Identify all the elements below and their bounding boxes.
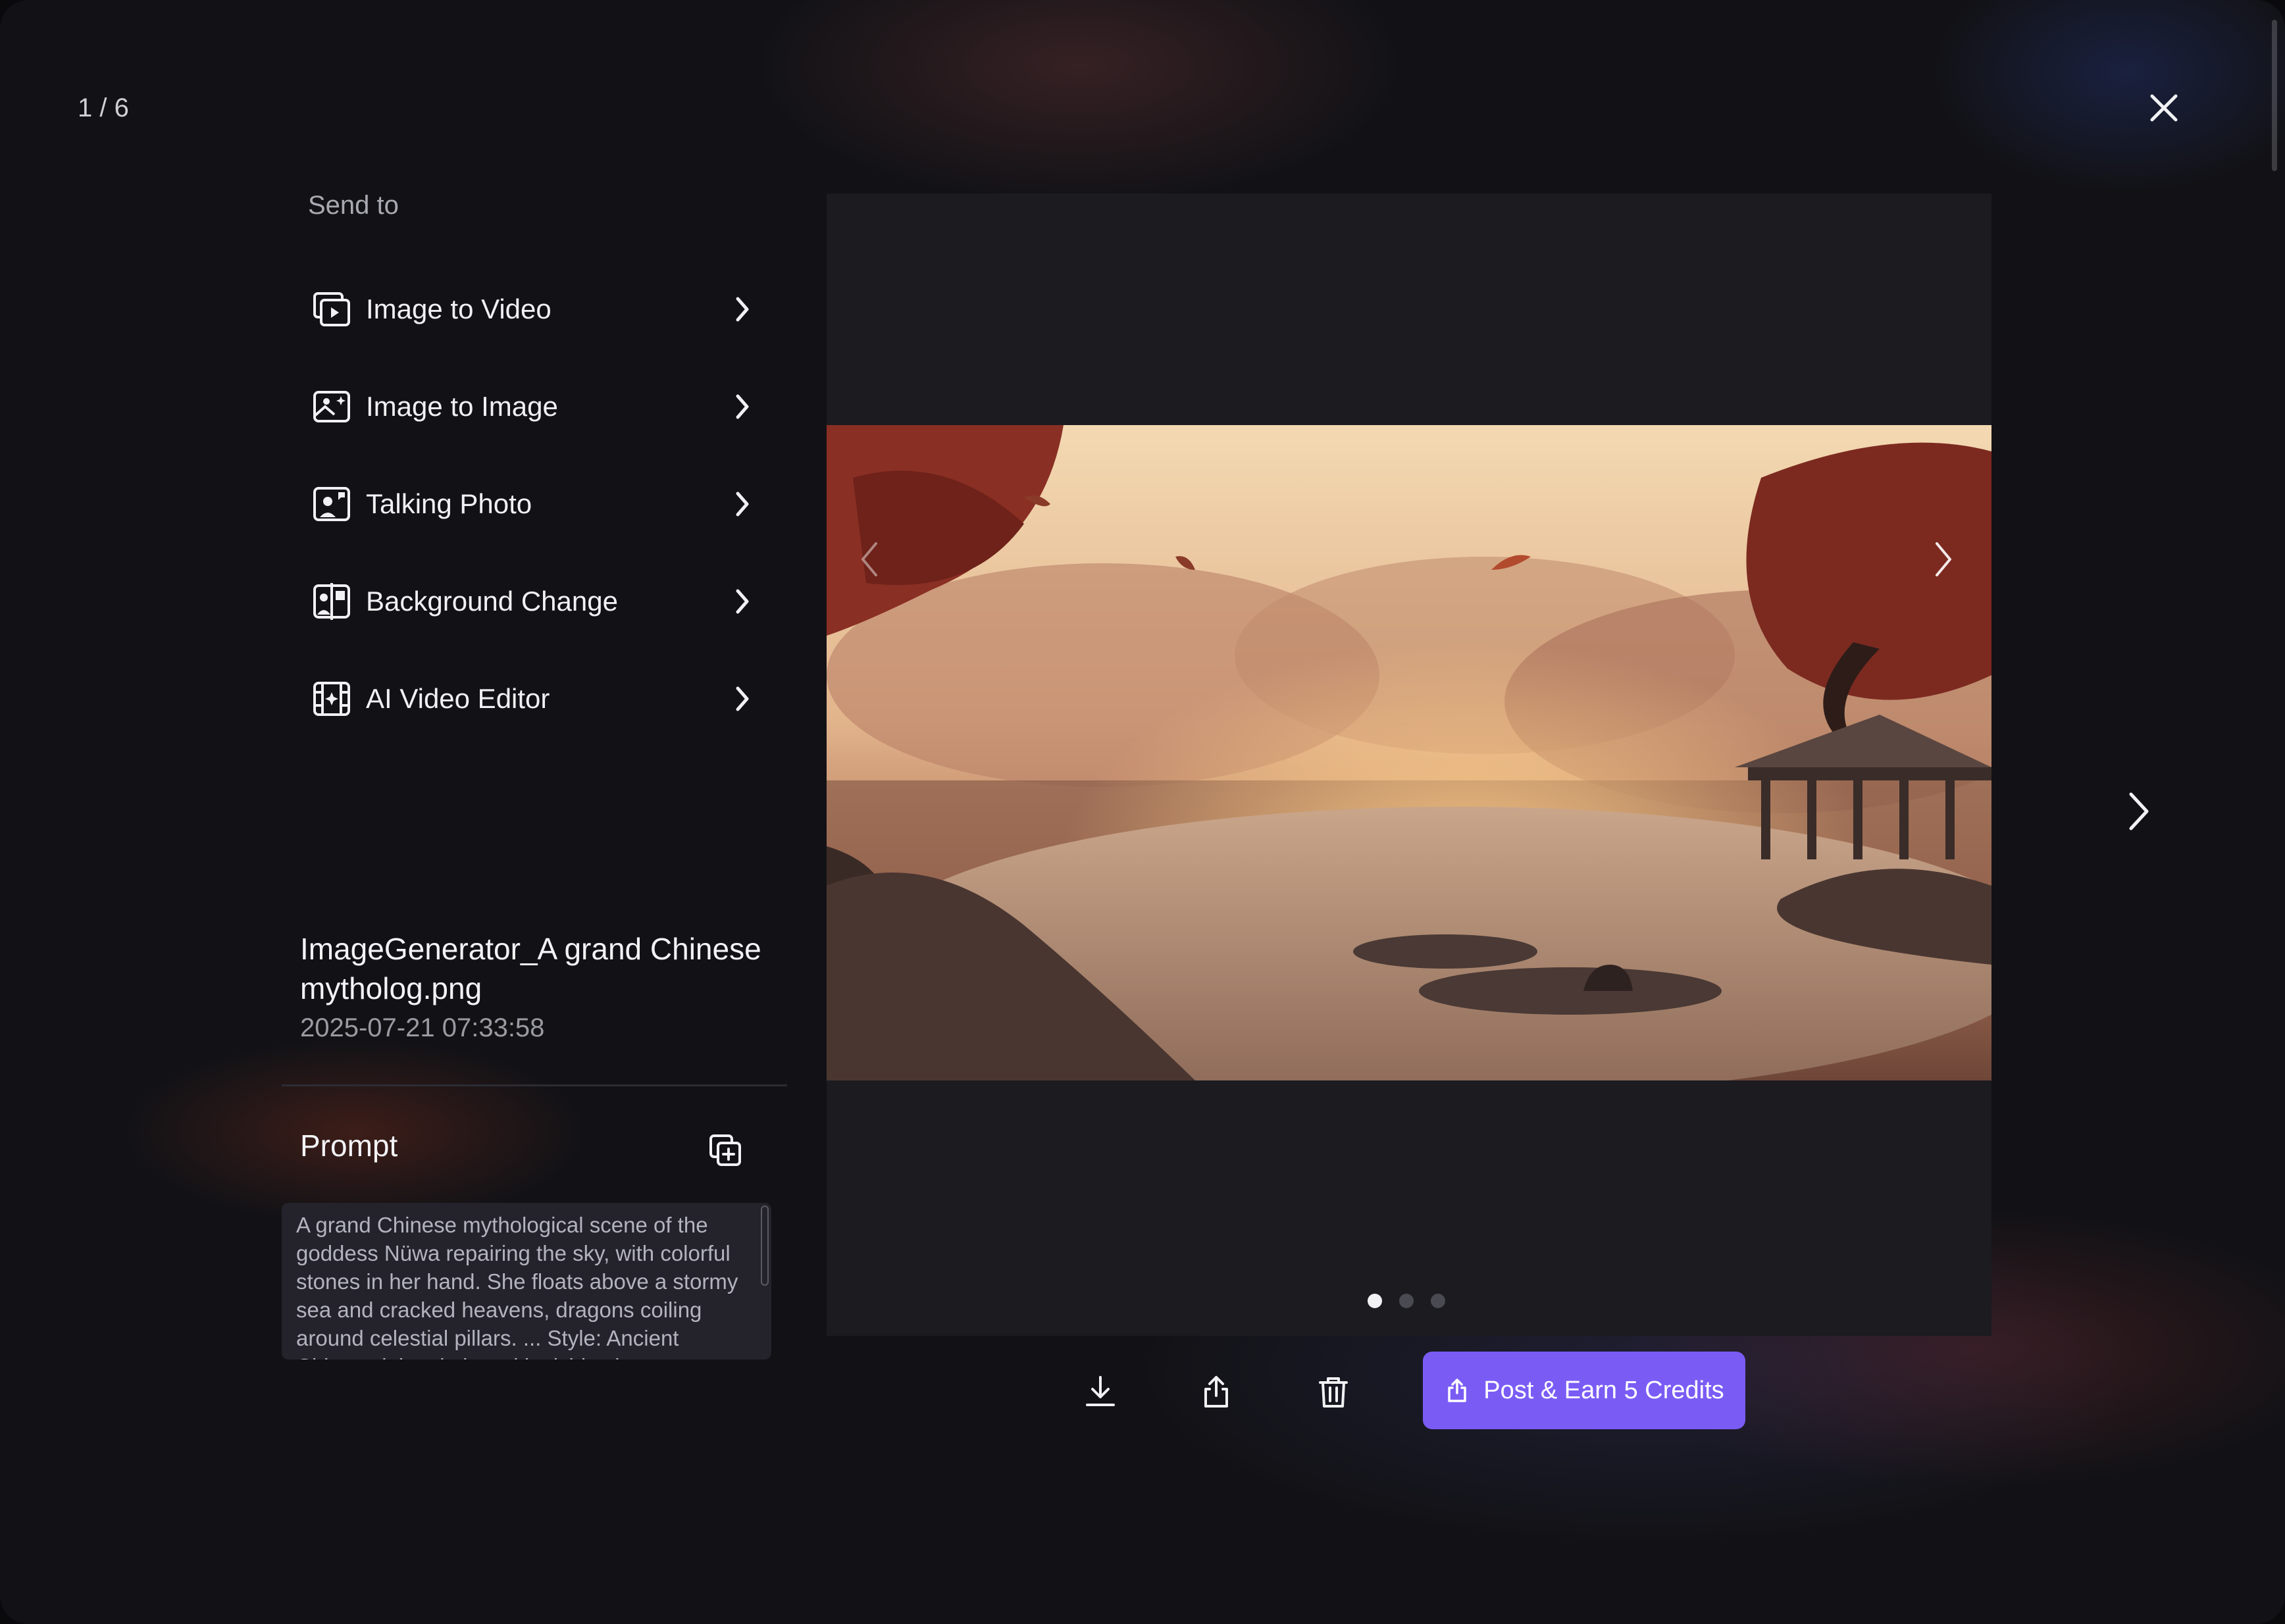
menu-item-label: AI Video Editor bbox=[366, 683, 550, 714]
menu-item-ai-video-editor[interactable]: AI Video Editor bbox=[282, 659, 769, 738]
generated-image bbox=[827, 425, 1991, 1080]
delete-button[interactable] bbox=[1307, 1369, 1360, 1415]
page-scrollbar-thumb[interactable] bbox=[2272, 20, 2277, 171]
menu-item-label: Talking Photo bbox=[366, 488, 532, 519]
menu-item-background-change[interactable]: Background Change bbox=[282, 562, 769, 641]
prompt-text-box[interactable]: A grand Chinese mythological scene of th… bbox=[282, 1203, 771, 1359]
prompt-text: A grand Chinese mythological scene of th… bbox=[296, 1213, 738, 1359]
menu-item-talking-photo[interactable]: Talking Photo bbox=[282, 465, 769, 544]
prompt-scrollbar[interactable] bbox=[761, 1205, 769, 1286]
close-icon bbox=[2150, 94, 2178, 122]
next-image-button[interactable] bbox=[2119, 782, 2159, 841]
background-change-icon bbox=[311, 580, 353, 622]
chevron-right-icon bbox=[729, 679, 756, 719]
share-button[interactable] bbox=[1190, 1369, 1243, 1415]
copy-icon bbox=[709, 1134, 741, 1166]
divider bbox=[282, 1084, 787, 1086]
image-to-video-icon bbox=[311, 288, 353, 330]
generated-image-art bbox=[827, 425, 1991, 1080]
pagination-dot-1[interactable] bbox=[1368, 1294, 1382, 1308]
share-icon bbox=[1448, 1379, 1467, 1402]
share-icon bbox=[1204, 1376, 1228, 1408]
file-date: 2025-07-21 07:33:58 bbox=[300, 1013, 545, 1042]
previous-variant-button[interactable] bbox=[849, 533, 888, 586]
chevron-right-icon bbox=[729, 484, 756, 524]
image-detail-modal: 1 / 6 Send to Image to Video Image to Im… bbox=[0, 0, 2285, 1624]
menu-item-label: Background Change bbox=[366, 586, 618, 617]
chevron-right-icon bbox=[2129, 792, 2149, 830]
page-scrollbar[interactable] bbox=[2269, 0, 2280, 1624]
chevron-right-icon bbox=[729, 387, 756, 426]
post-button-label: Post & Earn 5 Credits bbox=[1483, 1376, 1724, 1404]
pagination-dot-3[interactable] bbox=[1431, 1294, 1445, 1308]
menu-item-label: Image to Image bbox=[366, 391, 558, 422]
download-button[interactable] bbox=[1074, 1369, 1127, 1415]
menu-item-image-to-image[interactable]: Image to Image bbox=[282, 367, 769, 446]
post-earn-credits-button[interactable]: Post & Earn 5 Credits bbox=[1423, 1352, 1745, 1429]
chevron-left-icon bbox=[861, 542, 877, 576]
trash-icon bbox=[1319, 1377, 1348, 1408]
chevron-right-icon bbox=[729, 582, 756, 621]
download-icon bbox=[1086, 1376, 1115, 1406]
image-counter: 1 / 6 bbox=[78, 93, 129, 122]
image-pagination bbox=[1368, 1294, 1445, 1308]
copy-prompt-button[interactable] bbox=[704, 1129, 746, 1171]
image-to-image-icon bbox=[311, 386, 353, 428]
image-viewer bbox=[827, 193, 1991, 1336]
menu-item-label: Image to Video bbox=[366, 293, 552, 324]
next-variant-button[interactable] bbox=[1924, 533, 1964, 586]
pagination-dot-2[interactable] bbox=[1399, 1294, 1414, 1308]
chevron-right-icon bbox=[729, 290, 756, 329]
chevron-right-icon bbox=[1936, 542, 1951, 576]
talking-photo-icon bbox=[311, 483, 353, 525]
close-button[interactable] bbox=[2143, 82, 2185, 134]
ai-video-editor-icon bbox=[311, 678, 353, 720]
send-to-heading: Send to bbox=[308, 191, 399, 220]
menu-item-image-to-video[interactable]: Image to Video bbox=[282, 270, 769, 349]
file-name: ImageGenerator_A grand Chinese mytholog.… bbox=[300, 932, 761, 1005]
prompt-heading: Prompt bbox=[300, 1129, 398, 1163]
